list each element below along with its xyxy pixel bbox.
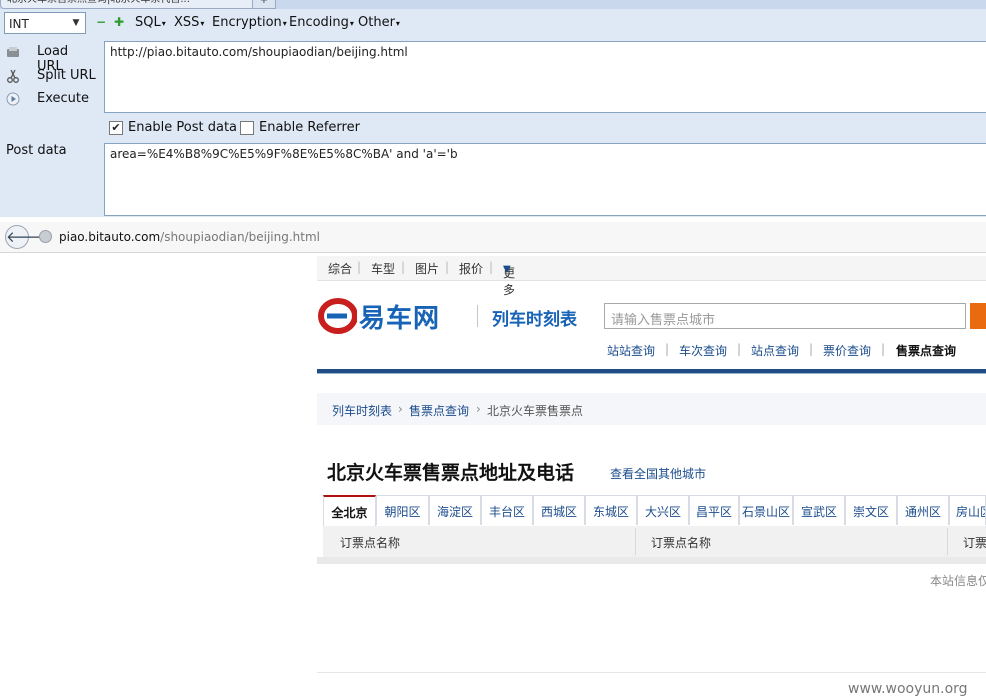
tab-district[interactable]: 东城区	[585, 495, 637, 525]
chevron-right-icon: ›	[476, 402, 481, 416]
enable-referrer-checkbox[interactable]	[240, 121, 254, 135]
district-tabs: 全北京 朝阳区 海淀区 丰台区 西城区 东城区 大兴区 昌平区 石景山区 宣武区…	[323, 495, 986, 527]
footer-divider	[317, 672, 986, 673]
tab-district[interactable]: 石景山区	[739, 495, 793, 525]
tab-district[interactable]: 宣武区	[793, 495, 845, 525]
menu-arrow-icon: ▾	[282, 19, 287, 28]
enable-post-checkbox[interactable]: ✔	[109, 121, 123, 135]
load-url-icon	[7, 47, 19, 57]
menu-other[interactable]: Other▾	[358, 15, 400, 30]
post-data-textarea[interactable]: area=%E4%B8%9C%E5%9F%8E%E5%8C%BA' and 'a…	[104, 143, 986, 216]
watermark: www.wooyun.org	[848, 681, 968, 697]
load-url-button[interactable]: Load URL	[4, 43, 96, 74]
tab-district[interactable]: 西城区	[533, 495, 585, 525]
top-nav-item[interactable]: 图片	[415, 260, 439, 277]
column-header: 订票点名称	[651, 536, 712, 550]
disclaimer-text: 本站信息仅供参考	[930, 574, 986, 588]
tab-district[interactable]: 通州区	[897, 495, 949, 525]
tab-district[interactable]: 丰台区	[481, 495, 533, 525]
page-title: 北京火车票售票点地址及电话	[327, 462, 575, 484]
city-search-input[interactable]: 请输入售票点城市	[604, 303, 966, 329]
breadcrumb: 列车时刻表 › 售票点查询 › 北京火车票售票点	[317, 393, 986, 425]
top-nav-item[interactable]: 综合	[328, 260, 352, 277]
menu-sql[interactable]: SQL▾	[135, 15, 166, 30]
link-fare[interactable]: 票价查询	[823, 342, 871, 359]
browser-tab[interactable]: 北京火车票售票点查询|北京火车票代售...	[0, 0, 256, 9]
menu-arrow-icon: ▾	[349, 19, 354, 28]
menu-encryption[interactable]: Encryption▾	[212, 15, 287, 30]
new-tab-button[interactable]: +	[252, 0, 276, 9]
menu-xss[interactable]: XSS▾	[174, 15, 204, 30]
other-cities-link[interactable]: 查看全国其他城市	[610, 465, 706, 482]
enable-post-label: Enable Post data	[128, 120, 238, 135]
site-top-nav: 综合 | 车型 | 图片 | 报价 | 更多 ▼	[317, 256, 986, 297]
enable-referrer-label: Enable Referrer	[259, 120, 360, 135]
navigation-bar: 🡐 piao.bitauto.com/shoupiaodian/beijing.…	[0, 222, 986, 253]
tab-district[interactable]: 朝阳区	[376, 495, 429, 525]
menu-arrow-icon: ▾	[161, 19, 166, 28]
globe-icon	[39, 230, 52, 243]
type-select[interactable]: INT ▼	[4, 12, 86, 34]
play-icon	[6, 92, 20, 106]
breadcrumb-item[interactable]: 售票点查询	[409, 402, 469, 419]
tab-district[interactable]: 昌平区	[689, 495, 739, 525]
scissors-icon	[7, 69, 19, 83]
menu-arrow-icon: ▾	[200, 19, 205, 28]
tab-district[interactable]: 房山区	[949, 495, 986, 525]
tab-district[interactable]: 海淀区	[429, 495, 481, 525]
split-url-button[interactable]: Split URL	[4, 67, 96, 87]
chevron-right-icon: ›	[398, 402, 403, 416]
execute-button[interactable]: Execute	[4, 90, 96, 110]
tab-all-beijing[interactable]: 全北京	[323, 495, 376, 526]
link-train-number[interactable]: 车次查询	[679, 342, 727, 359]
section-title: 列车时刻表	[492, 310, 577, 330]
plus-icon[interactable]: ✚	[114, 16, 124, 28]
logo-divider	[477, 305, 478, 327]
search-button[interactable]	[970, 303, 986, 329]
logo-icon	[318, 298, 357, 334]
breadcrumb-item[interactable]: 列车时刻表	[332, 402, 392, 419]
link-station[interactable]: 站点查询	[751, 342, 799, 359]
top-nav-item[interactable]: 车型	[371, 260, 395, 277]
table-header: 订票点名称 订票点名称 订票点名称	[323, 526, 986, 558]
address-bar[interactable]: piao.bitauto.com/shoupiaodian/beijing.ht…	[59, 230, 320, 244]
url-textarea[interactable]: http://piao.bitauto.com/shoupiaodian/bei…	[104, 41, 986, 113]
top-nav-item[interactable]: 报价	[459, 260, 483, 277]
breadcrumb-current: 北京火车票售票点	[487, 404, 584, 418]
chevron-down-icon: ▼	[503, 264, 511, 275]
table-body-band	[317, 557, 986, 564]
post-data-label: Post data	[6, 143, 67, 158]
tab-strip: 北京火车票售票点查询|北京火车票代售... +	[0, 0, 986, 9]
minus-icon[interactable]: −	[96, 16, 106, 28]
tab-district[interactable]: 大兴区	[637, 495, 689, 525]
column-header: 订票点名称	[963, 536, 986, 550]
menu-arrow-icon: ▾	[395, 19, 400, 28]
chevron-down-icon: ▼	[72, 18, 80, 28]
site-logo-text[interactable]: 易车网	[359, 298, 440, 335]
type-select-value: INT	[9, 17, 29, 31]
column-header: 订票点名称	[340, 536, 401, 550]
link-station-to-station[interactable]: 站站查询	[607, 342, 655, 359]
link-ticket-office[interactable]: 售票点查询	[896, 342, 956, 359]
back-arrow-icon[interactable]: 🡐	[5, 225, 46, 249]
menu-encoding[interactable]: Encoding▾	[289, 15, 354, 30]
tab-district[interactable]: 崇文区	[845, 495, 897, 525]
